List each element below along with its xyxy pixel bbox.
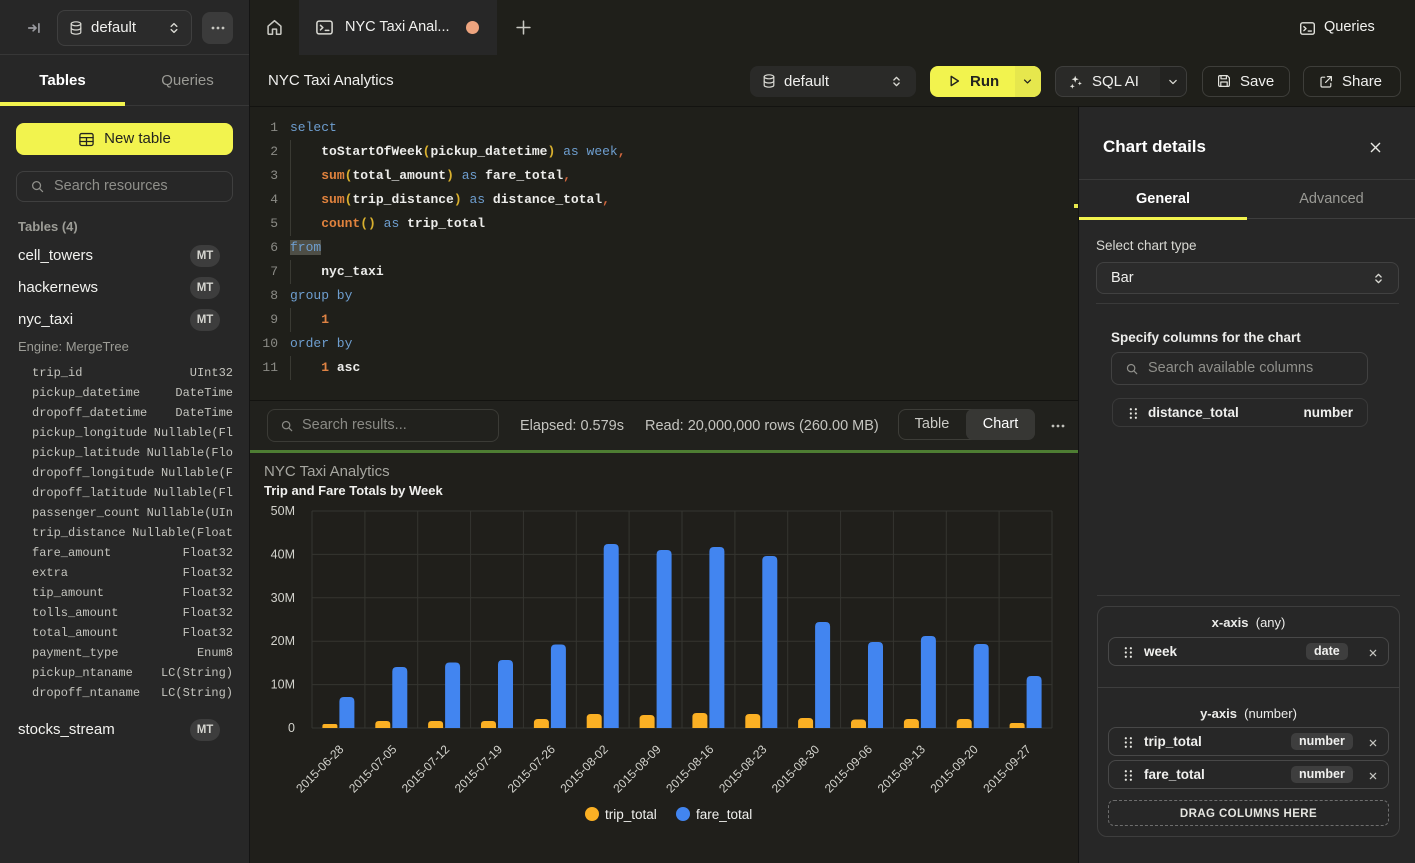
svg-text:40M: 40M — [271, 547, 295, 561]
svg-text:trip_total: trip_total — [605, 807, 657, 822]
svg-text:2015-07-26: 2015-07-26 — [505, 742, 559, 796]
svg-text:2015-09-06: 2015-09-06 — [822, 742, 876, 796]
svg-text:2015-07-19: 2015-07-19 — [452, 742, 506, 796]
svg-text:2015-08-09: 2015-08-09 — [610, 742, 664, 796]
svg-text:2015-08-30: 2015-08-30 — [769, 742, 823, 796]
svg-text:2015-07-05: 2015-07-05 — [346, 742, 400, 796]
svg-text:20M: 20M — [271, 634, 295, 648]
svg-text:10M: 10M — [271, 678, 295, 692]
svg-text:2015-09-20: 2015-09-20 — [928, 742, 982, 796]
svg-text:2015-08-23: 2015-08-23 — [716, 742, 770, 796]
svg-text:50M: 50M — [271, 504, 295, 518]
svg-text:2015-06-28: 2015-06-28 — [293, 742, 347, 796]
svg-text:2015-07-12: 2015-07-12 — [399, 742, 453, 796]
svg-text:fare_total: fare_total — [696, 807, 752, 822]
svg-text:2015-08-16: 2015-08-16 — [663, 742, 717, 796]
svg-text:2015-09-27: 2015-09-27 — [980, 742, 1034, 796]
svg-text:30M: 30M — [271, 591, 295, 605]
svg-text:2015-09-13: 2015-09-13 — [875, 742, 929, 796]
svg-text:0: 0 — [288, 721, 295, 735]
svg-text:2015-08-02: 2015-08-02 — [558, 742, 612, 796]
